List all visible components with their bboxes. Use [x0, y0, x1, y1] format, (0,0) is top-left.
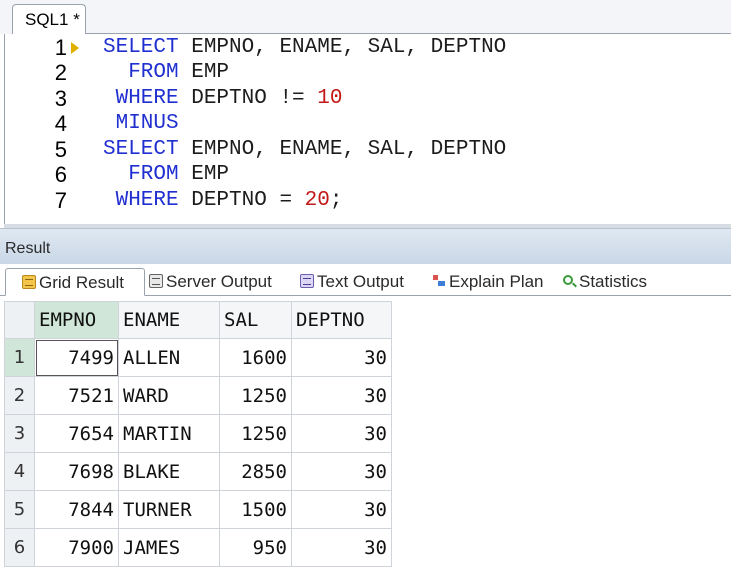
tab-grid-result[interactable]: Grid Result	[5, 268, 145, 296]
line-number-gutter: 1 2 3 4 5 6 7	[5, 34, 83, 224]
line-number: 1	[54, 35, 67, 60]
grid-corner[interactable]	[4, 301, 35, 339]
cell-sal[interactable]: 950	[219, 528, 292, 567]
cell-empno[interactable]: 7900	[34, 528, 119, 567]
result-tab-bar: Grid Result Server Output Text Output Ex…	[0, 264, 731, 296]
cell-deptno[interactable]: 30	[291, 490, 392, 529]
grid-header-row: EMPNO ENAME SAL DEPTNO	[4, 301, 392, 339]
result-panel-header: Result	[0, 228, 731, 264]
line-number: 6	[54, 162, 67, 187]
column-header-deptno[interactable]: DEPTNO	[291, 301, 392, 339]
tab-statistics[interactable]: Statistics	[562, 268, 647, 296]
sql-keyword: SELECT	[103, 36, 179, 59]
sql-keyword: MINUS	[103, 112, 179, 135]
cell-deptno[interactable]: 30	[291, 452, 392, 491]
sql-keyword: WHERE	[103, 87, 179, 110]
result-grid[interactable]: EMPNO ENAME SAL DEPTNO 1 7499 ALLEN 1600…	[4, 301, 392, 567]
cell-ename[interactable]: ALLEN	[118, 338, 220, 377]
line-number: 4	[54, 111, 67, 136]
table-row[interactable]: 5 7844 TURNER 1500 30	[4, 490, 392, 529]
table-row[interactable]: 6 7900 JAMES 950 30	[4, 528, 392, 567]
result-panel-title: Result	[5, 240, 51, 257]
tab-label: Explain Plan	[449, 272, 544, 291]
cell-deptno[interactable]: 30	[291, 338, 392, 377]
sql-text: EMP	[178, 61, 230, 84]
cell-empno[interactable]: 7654	[34, 414, 119, 453]
cell-sal[interactable]: 1250	[219, 376, 292, 415]
tab-label: Statistics	[579, 272, 648, 291]
cell-sal[interactable]: 1600	[219, 338, 292, 377]
row-number[interactable]: 5	[4, 490, 35, 529]
table-row[interactable]: 1 7499 ALLEN 1600 30	[4, 338, 392, 377]
sql-keyword: FROM	[103, 61, 179, 84]
result-grid-area: EMPNO ENAME SAL DEPTNO 1 7499 ALLEN 1600…	[0, 296, 731, 577]
cell-ename[interactable]: JAMES	[118, 528, 220, 567]
sql-text: EMPNO, ENAME, SAL, DEPTNO	[178, 36, 507, 59]
server-output-icon	[149, 274, 163, 288]
cell-deptno[interactable]: 30	[291, 528, 392, 567]
row-number[interactable]: 6	[4, 528, 35, 567]
code-line[interactable]: SELECT EMPNO, ENAME, SAL, DEPTNO	[103, 137, 506, 162]
column-header-sal[interactable]: SAL	[219, 301, 292, 339]
code-line[interactable]: MINUS	[103, 111, 179, 136]
sql-editor[interactable]: 1 2 3 4 5 6 7 SELECT EMPNO, ENAME, SAL, …	[4, 34, 731, 224]
code-line[interactable]: SELECT EMPNO, ENAME, SAL, DEPTNO	[103, 35, 506, 60]
cell-empno[interactable]: 7499	[34, 338, 119, 377]
explain-plan-icon	[432, 274, 446, 288]
row-number[interactable]: 1	[4, 338, 35, 377]
cell-sal[interactable]: 1250	[219, 414, 292, 453]
sql-number: 20	[304, 189, 330, 212]
editor-tab-bar: SQL1 *	[0, 0, 731, 34]
cell-deptno[interactable]: 30	[291, 376, 392, 415]
line-number: 5	[54, 137, 67, 162]
tab-label: Text Output	[317, 272, 404, 291]
sql-keyword: WHERE	[103, 189, 179, 212]
cell-ename[interactable]: TURNER	[118, 490, 220, 529]
sql-text: ;	[329, 189, 343, 212]
cell-sal[interactable]: 1500	[219, 490, 292, 529]
sql-keyword: FROM	[103, 163, 179, 186]
tab-server-output[interactable]: Server Output	[149, 268, 272, 296]
cell-ename[interactable]: WARD	[118, 376, 220, 415]
column-header-ename[interactable]: ENAME	[118, 301, 220, 339]
row-number[interactable]: 3	[4, 414, 35, 453]
tab-explain-plan[interactable]: Explain Plan	[432, 268, 544, 296]
sql-text: EMPNO, ENAME, SAL, DEPTNO	[178, 138, 507, 161]
table-row[interactable]: 3 7654 MARTIN 1250 30	[4, 414, 392, 453]
sql-number: 10	[317, 87, 343, 110]
tab-label: Server Output	[166, 272, 272, 291]
tab-sql1-label: SQL1 *	[25, 10, 80, 29]
cell-deptno[interactable]: 30	[291, 414, 392, 453]
tab-label: Grid Result	[39, 273, 125, 292]
current-line-arrow-icon	[71, 42, 79, 54]
row-number[interactable]: 4	[4, 452, 35, 491]
table-row[interactable]: 2 7521 WARD 1250 30	[4, 376, 392, 415]
code-line[interactable]: WHERE DEPTNO = 20;	[103, 188, 343, 213]
tab-text-output[interactable]: Text Output	[300, 268, 404, 296]
cell-empno[interactable]: 7698	[34, 452, 119, 491]
tab-sql1[interactable]: SQL1 *	[12, 4, 86, 34]
cell-empno[interactable]: 7521	[34, 376, 119, 415]
column-header-empno[interactable]: EMPNO	[34, 301, 119, 339]
cell-ename[interactable]: BLAKE	[118, 452, 220, 491]
sql-text: DEPTNO !=	[178, 87, 318, 110]
grid-icon	[22, 275, 36, 289]
line-number: 2	[54, 60, 67, 85]
cell-empno[interactable]: 7844	[34, 490, 119, 529]
code-line[interactable]: WHERE DEPTNO != 10	[103, 86, 343, 111]
sql-text: DEPTNO =	[178, 189, 305, 212]
sql-keyword: SELECT	[103, 138, 179, 161]
line-number: 3	[54, 86, 67, 111]
line-number: 7	[54, 188, 67, 213]
row-number[interactable]: 2	[4, 376, 35, 415]
table-row[interactable]: 4 7698 BLAKE 2850 30	[4, 452, 392, 491]
code-line[interactable]: FROM EMP	[103, 60, 229, 85]
code-line[interactable]: FROM EMP	[103, 162, 229, 187]
cell-ename[interactable]: MARTIN	[118, 414, 220, 453]
sql-text: EMP	[178, 163, 230, 186]
text-output-icon	[300, 274, 314, 288]
cell-sal[interactable]: 2850	[219, 452, 292, 491]
statistics-icon	[562, 274, 576, 288]
